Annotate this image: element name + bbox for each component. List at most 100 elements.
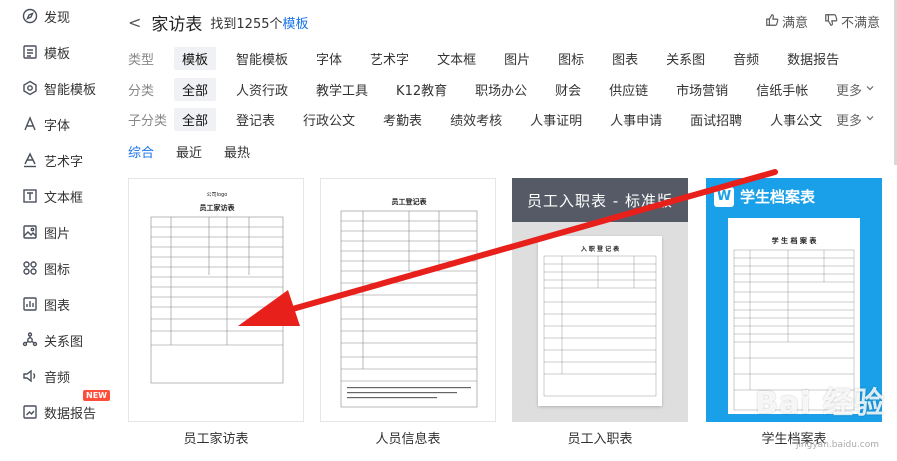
filter-category-supply-chain[interactable]: 供应链 bbox=[601, 78, 656, 101]
sidebar-item-relation[interactable]: 关系图 bbox=[22, 328, 83, 352]
thumbs-up-icon bbox=[765, 13, 779, 31]
chart-icon bbox=[22, 296, 38, 312]
sidebar-item-chart[interactable]: 图表 bbox=[22, 292, 70, 316]
sidebar-item-label: 图标 bbox=[44, 262, 71, 278]
unsatisfied-label: 不满意 bbox=[840, 16, 880, 31]
back-button[interactable]: < bbox=[128, 13, 141, 32]
sidebar-item-textbox[interactable]: 文本框 bbox=[22, 184, 83, 208]
sort-recent[interactable]: 最近 bbox=[176, 142, 202, 161]
filter-category-teaching-tools[interactable]: 教学工具 bbox=[308, 78, 376, 101]
satisfied-button[interactable]: 满意 bbox=[765, 12, 808, 31]
filter-category-office[interactable]: 职场办公 bbox=[467, 78, 535, 101]
filter-sub-admin-doc[interactable]: 行政公文 bbox=[295, 108, 363, 131]
unsatisfied-button[interactable]: 不满意 bbox=[824, 12, 880, 31]
sidebar-item-label: 图片 bbox=[44, 226, 71, 242]
sidebar-item-data-report[interactable]: 数据报告 bbox=[22, 400, 96, 424]
chevron-down-icon bbox=[865, 112, 875, 127]
filter-row-type: 类型 模板 智能模板 字体 艺术字 文本框 图片 图标 图表 关系图 音频 数据… bbox=[128, 46, 859, 70]
filter-category-stationery[interactable]: 信纸手帐 bbox=[748, 78, 816, 101]
filter-sub-attendance[interactable]: 考勤表 bbox=[375, 108, 430, 131]
template-banner-text: 学生档案表 bbox=[740, 188, 816, 206]
sort-tabs: 综合 最近 最热 bbox=[128, 142, 250, 161]
filter-sub-all[interactable]: 全部 bbox=[174, 107, 217, 131]
sidebar-item-label: 艺术字 bbox=[44, 154, 84, 170]
sort-comprehensive[interactable]: 综合 bbox=[128, 142, 154, 161]
data-report-icon bbox=[22, 404, 38, 420]
page-title: 家访表 bbox=[151, 14, 203, 35]
template-card-onboarding[interactable]: 员工入职表 - 标准版 入 职 登 记 表 bbox=[512, 178, 688, 422]
sidebar-item-label: 关系图 bbox=[44, 334, 84, 350]
template-preview: 入 职 登 记 表 bbox=[538, 236, 662, 406]
icons-icon bbox=[22, 260, 38, 276]
relation-icon bbox=[22, 332, 38, 348]
filter-category-hr-admin[interactable]: 人资行政 bbox=[228, 78, 296, 101]
doc-title: 入 职 登 记 表 bbox=[580, 246, 620, 253]
sidebar-item-icons[interactable]: 图标 bbox=[22, 256, 70, 280]
filter-category-all[interactable]: 全部 bbox=[174, 77, 217, 101]
filter-type-template[interactable]: 模板 bbox=[174, 46, 217, 70]
template-preview: 员工登记表 bbox=[339, 191, 479, 413]
filter-type-textbox[interactable]: 文本框 bbox=[429, 47, 484, 70]
template-preview: 公司logo 员工家访表 bbox=[149, 191, 285, 384]
doc-title: 员工家访表 bbox=[199, 204, 235, 212]
filter-label-type: 类型 bbox=[128, 52, 155, 68]
filter-type-audio[interactable]: 音频 bbox=[725, 47, 767, 70]
sidebar-item-label: 图表 bbox=[44, 298, 71, 314]
sidebar-item-art-text[interactable]: 艺术字 bbox=[22, 148, 83, 172]
textbox-icon bbox=[22, 188, 38, 204]
subcategory-more-button[interactable]: 更多 bbox=[836, 110, 875, 129]
more-label: 更多 bbox=[835, 114, 862, 129]
filter-type-chart[interactable]: 图表 bbox=[604, 47, 646, 70]
template-name[interactable]: 员工入职表 bbox=[512, 428, 688, 447]
category-more-button[interactable]: 更多 bbox=[836, 80, 875, 99]
filter-sub-recruit[interactable]: 面试招聘 bbox=[682, 108, 750, 131]
template-banner: 员工入职表 - 标准版 bbox=[512, 178, 688, 222]
filter-sub-performance[interactable]: 绩效考核 bbox=[442, 108, 510, 131]
filter-label-subcategory: 子分类 bbox=[128, 113, 168, 129]
filter-category-finance[interactable]: 财会 bbox=[547, 78, 589, 101]
filter-type-art-text[interactable]: 艺术字 bbox=[362, 47, 417, 70]
doc-title: 员工登记表 bbox=[391, 198, 427, 206]
audio-icon bbox=[22, 368, 38, 384]
wps-logo-icon: W bbox=[714, 186, 734, 207]
filter-label-category: 分类 bbox=[128, 83, 155, 99]
sidebar-item-audio[interactable]: 音频 bbox=[22, 364, 70, 388]
filter-type-font[interactable]: 字体 bbox=[308, 47, 350, 70]
satisfied-label: 满意 bbox=[781, 16, 808, 31]
sidebar-item-discover[interactable]: 发现 bbox=[22, 4, 70, 28]
watermark-url: jingyan.baidu.com bbox=[795, 440, 879, 450]
new-badge: NEW bbox=[83, 390, 110, 401]
filter-sub-hr-apply[interactable]: 人事申请 bbox=[602, 108, 670, 131]
sidebar-item-template[interactable]: 模板 bbox=[22, 40, 70, 64]
sidebar-item-font[interactable]: 字体 bbox=[22, 112, 70, 136]
filter-type-relation[interactable]: 关系图 bbox=[658, 47, 713, 70]
sidebar-item-label: 智能模板 bbox=[44, 82, 97, 98]
filter-type-icons[interactable]: 图标 bbox=[550, 47, 592, 70]
template-card-personnel-info[interactable]: 员工登记表 bbox=[320, 178, 496, 422]
sidebar-item-smart-template[interactable]: 智能模板 bbox=[22, 76, 96, 100]
doc-title: 学 生 档 案 表 bbox=[771, 237, 817, 245]
filter-sub-hr-proof[interactable]: 人事证明 bbox=[522, 108, 590, 131]
sort-hottest[interactable]: 最热 bbox=[224, 142, 250, 161]
filter-category-k12[interactable]: K12教育 bbox=[388, 78, 455, 101]
sidebar: 发现 模板 智能模板 字体 艺术字 文本框 图片 图标 图表 关系图 音频 数据… bbox=[0, 0, 112, 461]
filter-sub-hr-doc[interactable]: 人事公文 bbox=[762, 108, 830, 131]
sidebar-item-label: 模板 bbox=[44, 46, 71, 62]
sidebar-item-label: 字体 bbox=[44, 118, 71, 134]
template-card-home-visit[interactable]: 公司logo 员工家访表 bbox=[128, 178, 304, 422]
filter-row-subcategory: 子分类 全部 登记表 行政公文 考勤表 绩效考核 人事证明 人事申请 面试招聘 … bbox=[128, 107, 888, 131]
result-type: 模板 bbox=[282, 16, 309, 32]
filter-sub-register[interactable]: 登记表 bbox=[228, 108, 283, 131]
filter-type-image[interactable]: 图片 bbox=[496, 47, 538, 70]
image-icon bbox=[22, 224, 38, 240]
template-banner: W 学生档案表 bbox=[714, 186, 815, 207]
template-name[interactable]: 人员信息表 bbox=[320, 428, 496, 447]
filter-category-marketing[interactable]: 市场营销 bbox=[668, 78, 736, 101]
result-count: 找到1255个模板 bbox=[210, 13, 308, 32]
filter-type-smart-template[interactable]: 智能模板 bbox=[228, 47, 296, 70]
template-name[interactable]: 员工家访表 bbox=[128, 428, 304, 447]
more-label: 更多 bbox=[835, 84, 862, 99]
sidebar-item-image[interactable]: 图片 bbox=[22, 220, 70, 244]
chevron-down-icon bbox=[865, 82, 875, 97]
filter-type-data-report[interactable]: 数据报告 bbox=[779, 47, 847, 70]
